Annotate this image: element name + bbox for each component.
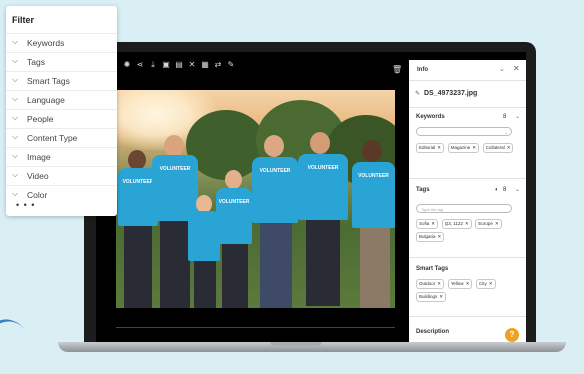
more-options-icon[interactable]: • • •: [16, 200, 35, 210]
filename-row: ✎ DS_4973237.jpg: [409, 81, 526, 108]
tags-chips: Sofia ✕ Q3, 1122 ✕ Europe ✕ Bulgaria ✕: [416, 219, 520, 245]
keywords-chips: Editorial ✕ Magazine ✕ Collateral ✕: [416, 143, 520, 156]
chevron-down-icon: ⌵: [12, 189, 19, 198]
chip[interactable]: Editorial ✕: [416, 143, 445, 153]
filter-panel: Filter ⌵ Keywords ⌵ Tags ⌵ Smart Tags ⌵ Lang…: [6, 6, 117, 216]
image-toolbar: ✺ ⋖ ⤓ ▣ ▤ ✕ ▦ ⇄ ✎: [96, 60, 406, 76]
chip[interactable]: Sofia ✕: [416, 219, 439, 229]
remove-icon: ✕: [439, 294, 444, 299]
filter-item-people[interactable]: ⌵ People: [6, 109, 117, 128]
tags-section: Tags ◐ 8 ⌄ Type the tag Sofia ✕ Q3, 1122 ✕…: [409, 179, 526, 258]
share-icon[interactable]: ⋖: [135, 60, 145, 69]
main-photo: VOLUNTEER VOLUNTEER VOLUNTEER VOLUNTEER …: [116, 90, 395, 308]
keywords-section: Keywords 8 ⌄ ⌄ Editorial ✕ Magazine ✕ Coll…: [409, 108, 526, 179]
chevron-down-icon: ⌵: [12, 113, 19, 122]
remove-icon: ✕: [472, 145, 477, 150]
remove-icon: ✕: [437, 145, 442, 150]
chevron-down-icon: ⌵: [12, 56, 19, 65]
swap-icon[interactable]: ⇄: [213, 60, 223, 69]
eye-icon: ◐: [495, 187, 499, 193]
tags-count: 8: [503, 187, 507, 193]
chip[interactable]: Buildings ✕: [416, 292, 447, 302]
crop-icon[interactable]: ✕: [187, 60, 197, 69]
chevron-down-icon: ⌵: [12, 151, 19, 160]
filter-item-smart-tags[interactable]: ⌵ Smart Tags: [6, 71, 117, 90]
filename[interactable]: DS_4973237.jpg: [424, 90, 477, 97]
description-title: Description: [416, 329, 450, 335]
filter-item-content-type[interactable]: ⌵ Content Type: [6, 128, 117, 147]
remove-icon: ✕: [437, 234, 442, 239]
chevron-down-icon: ⌵: [12, 132, 19, 141]
filter-item-language[interactable]: ⌵ Language: [6, 90, 117, 109]
remove-icon: ✕: [488, 281, 493, 286]
keywords-title: Keywords: [416, 114, 445, 120]
remove-icon: ✕: [465, 281, 470, 286]
tags-title: Tags: [416, 187, 430, 193]
info-header: Info ⌄ ✕: [409, 60, 526, 81]
chip[interactable]: Europe ✕: [475, 219, 502, 229]
laptop-screen: ✺ ⋖ ⤓ ▣ ▤ ✕ ▦ ⇄ ✎ 🗑 VOLUNTEER VOLUNTEER: [96, 52, 526, 342]
smart-tags-section: Smart Tags Outdoor ✕ Yellow ✕ City ✕ Buildi…: [409, 258, 526, 317]
chevron-down-icon: ⌵: [12, 37, 19, 46]
chevron-down-icon: ⌵: [12, 170, 19, 179]
filter-list: ⌵ Keywords ⌵ Tags ⌵ Smart Tags ⌵ Language ⌵ P…: [6, 33, 117, 204]
background-swoosh: [0, 310, 41, 374]
remove-icon: ✕: [464, 221, 469, 226]
chevron-down-icon: ⌵: [12, 94, 19, 103]
delete-icon[interactable]: ▣: [161, 60, 171, 69]
comment-icon[interactable]: ▤: [174, 60, 184, 69]
help-button[interactable]: ?: [505, 328, 519, 342]
laptop-notch: [270, 342, 322, 346]
filter-item-keywords[interactable]: ⌵ Keywords: [6, 33, 117, 52]
filter-item-image[interactable]: ⌵ Image: [6, 147, 117, 166]
chip[interactable]: Outdoor ✕: [416, 279, 445, 289]
edit-icon[interactable]: ✎: [226, 60, 236, 69]
chip[interactable]: Magazine ✕: [447, 143, 480, 153]
chevron-down-icon[interactable]: ⌄: [515, 113, 520, 120]
chevron-down-icon: ⌵: [12, 75, 19, 84]
download-icon[interactable]: ⤓: [148, 60, 158, 70]
close-icon[interactable]: ✕: [513, 64, 520, 73]
chip[interactable]: City ✕: [476, 279, 496, 289]
info-title: Info: [417, 67, 428, 73]
smart-tags-chips: Outdoor ✕ Yellow ✕ City ✕ Buildings ✕: [416, 279, 520, 305]
tag-input[interactable]: Type the tag: [416, 204, 512, 213]
filter-title: Filter: [12, 15, 35, 25]
remove-icon: ✕: [431, 221, 436, 226]
info-panel: Info ⌄ ✕ ✎ DS_4973237.jpg Keywords 8 ⌄ ⌄…: [409, 60, 526, 342]
settings-icon[interactable]: ✺: [122, 60, 132, 69]
filter-item-video[interactable]: ⌵ Video: [6, 166, 117, 185]
timeline-divider: [116, 327, 395, 328]
remove-icon: ✕: [506, 145, 511, 150]
chip[interactable]: Collateral ✕: [482, 143, 514, 153]
chevron-down-icon[interactable]: ⌄: [515, 186, 520, 193]
chevron-down-icon[interactable]: ⌄: [499, 65, 505, 73]
keywords-count: 8: [503, 114, 507, 120]
chevron-down-icon: ⌄: [504, 130, 508, 135]
chip[interactable]: Q3, 1122 ✕: [441, 219, 472, 229]
trash-icon[interactable]: 🗑: [392, 65, 402, 74]
keywords-select[interactable]: ⌄: [416, 127, 512, 136]
edit-icon[interactable]: ✎: [415, 90, 420, 97]
image-icon[interactable]: ▦: [200, 60, 210, 69]
chip[interactable]: Yellow ✕: [447, 279, 473, 289]
remove-icon: ✕: [437, 281, 442, 286]
filter-item-tags[interactable]: ⌵ Tags: [6, 52, 117, 71]
remove-icon: ✕: [494, 221, 499, 226]
chip[interactable]: Bulgaria ✕: [416, 232, 445, 242]
smart-tags-title: Smart Tags: [416, 266, 449, 272]
